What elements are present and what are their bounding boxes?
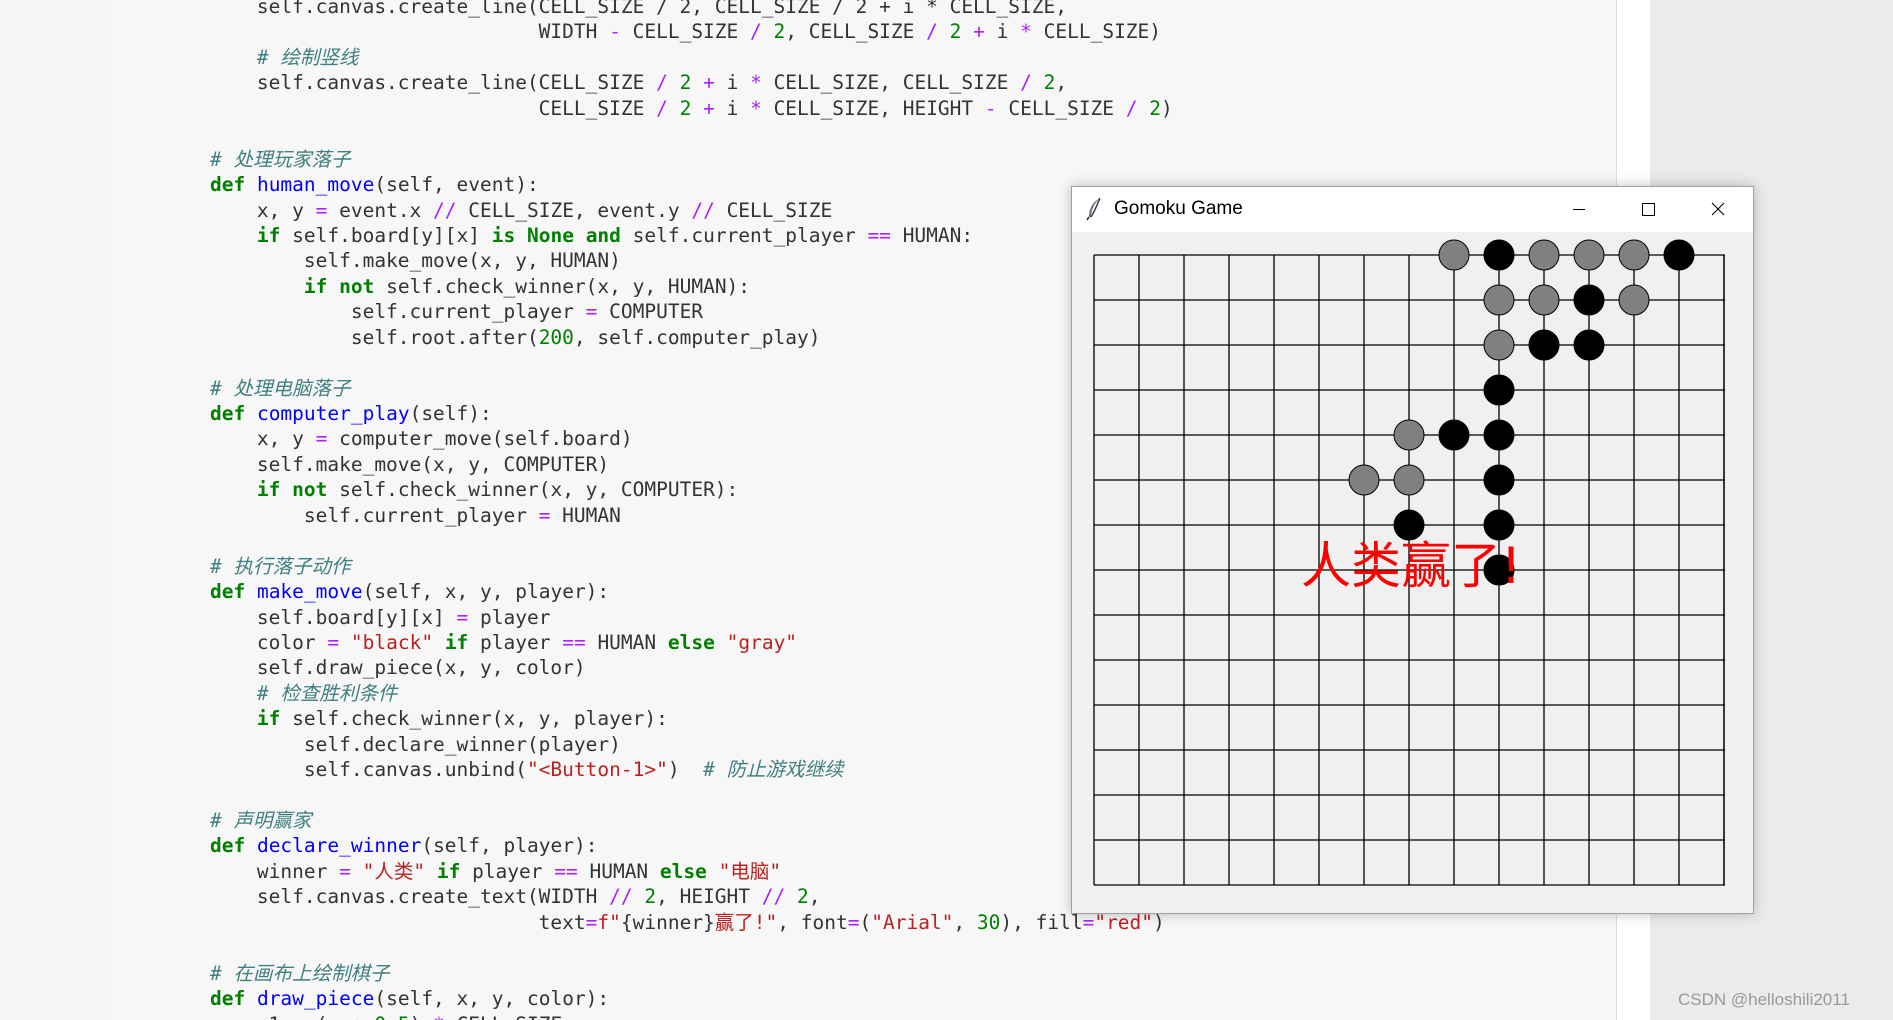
code-line: # 处理玩家落子 — [209, 147, 351, 171]
code-line: self.canvas.create_line(CELL_SIZE / 2 + … — [163, 71, 1068, 95]
gray-piece — [1483, 284, 1515, 316]
watermark: CSDN @helloshili2011 — [1678, 990, 1850, 1009]
code-line: self.root.after(200, self.computer_play) — [163, 325, 821, 349]
code-lines: self.canvas.create_line(CELL_SIZE / 2, C… — [163, 0, 1173, 1020]
code-line: WIDTH - CELL_SIZE / 2, CELL_SIZE / 2 + i… — [163, 20, 1162, 44]
code-line: CELL_SIZE / 2 + i * CELL_SIZE, HEIGHT - … — [163, 96, 1173, 120]
black-piece — [1483, 239, 1515, 271]
code-line: self.make_move(x, y, COMPUTER) — [163, 452, 610, 476]
code-line: self.canvas.create_text(WIDTH // 2, HEIG… — [163, 885, 821, 909]
code-line: self.draw_piece(x, y, color) — [163, 656, 586, 680]
code-line: self.canvas.create_line(CELL_SIZE / 2, C… — [163, 0, 1067, 18]
code-line: x, y = computer_move(self.board) — [163, 427, 633, 451]
gray-piece — [1573, 239, 1605, 271]
code-line: def declare_winner(self, player): — [209, 834, 598, 858]
window-titlebar[interactable]: Gomoku Game — [1072, 187, 1753, 232]
code-line: if self.board[y][x] is None and self.cur… — [256, 223, 974, 247]
gray-piece — [1483, 329, 1515, 361]
gray-piece — [1393, 419, 1425, 451]
black-piece — [1573, 284, 1605, 316]
code-line: # 绘制竖线 — [256, 45, 359, 69]
left-margin — [0, 0, 114, 1020]
gray-piece — [1438, 239, 1470, 271]
gray-piece — [1618, 284, 1650, 316]
code-line: winner = "人类" if player == HUMAN else "电… — [163, 859, 782, 883]
gray-piece — [1393, 464, 1425, 496]
code-line: # 执行落子动作 — [209, 554, 351, 578]
black-piece — [1528, 329, 1560, 361]
code-line: # 处理电脑落子 — [209, 376, 351, 400]
code-line: text=f"{winner}赢了!", font=("Arial", 30),… — [163, 910, 1165, 934]
black-piece — [1438, 419, 1470, 451]
code-line: color = "black" if player == HUMAN else … — [163, 630, 798, 654]
feather-icon — [1086, 197, 1101, 221]
code-line: def computer_play(self): — [209, 402, 492, 425]
code-line: x, y = event.x // CELL_SIZE, event.y // … — [163, 198, 833, 222]
game-canvas[interactable]: 人类赢了! — [1072, 232, 1753, 913]
gray-piece — [1528, 284, 1560, 316]
gray-piece — [1348, 464, 1380, 496]
maximize-button[interactable] — [1613, 187, 1683, 232]
gomoku-board[interactable]: 人类赢了! — [1072, 232, 1753, 913]
gray-piece — [1528, 239, 1560, 271]
close-button[interactable] — [1683, 187, 1753, 232]
black-piece — [1393, 509, 1425, 541]
code-line: if not self.check_winner(x, y, HUMAN): — [303, 274, 751, 298]
black-piece — [1483, 509, 1515, 541]
code-line: # 在画布上绘制棋子 — [209, 961, 390, 985]
code-line: self.declare_winner(player) — [163, 732, 621, 756]
black-piece — [1483, 374, 1515, 406]
code-line: def draw_piece(self, x, y, color): — [209, 987, 610, 1011]
black-piece — [1663, 239, 1695, 271]
code-line: def human_move(self, event): — [209, 173, 539, 197]
code-line: if not self.check_winner(x, y, COMPUTER)… — [256, 478, 739, 502]
gomoku-window[interactable]: Gomoku Game 人类赢了! — [1071, 186, 1754, 914]
black-piece — [1483, 419, 1515, 451]
code-line: self.canvas.unbind("<Button-1>") # 防止游戏继… — [163, 758, 844, 782]
gray-piece — [1618, 239, 1650, 271]
black-piece — [1573, 329, 1605, 361]
window-title: Gomoku Game — [1114, 198, 1243, 219]
code-line: # 声明赢家 — [209, 809, 312, 832]
code-line: self.make_move(x, y, HUMAN) — [163, 249, 621, 273]
code-line: x1 = (x + 0.5) * CELL_SIZE — [163, 1012, 1173, 1020]
black-piece — [1483, 464, 1515, 496]
minimize-button[interactable] — [1544, 187, 1614, 232]
code-line: self.current_player = COMPUTER — [163, 300, 704, 324]
code-line: if self.check_winner(x, y, player): — [256, 707, 668, 731]
code-line: self.current_player = HUMAN — [163, 503, 621, 527]
code-line: self.board[y][x] = player — [163, 605, 551, 629]
winner-text: 人类赢了! — [1301, 537, 1521, 595]
code-line: # 检查胜利条件 — [256, 681, 398, 705]
code-line: def make_move(self, x, y, player): — [209, 580, 610, 604]
